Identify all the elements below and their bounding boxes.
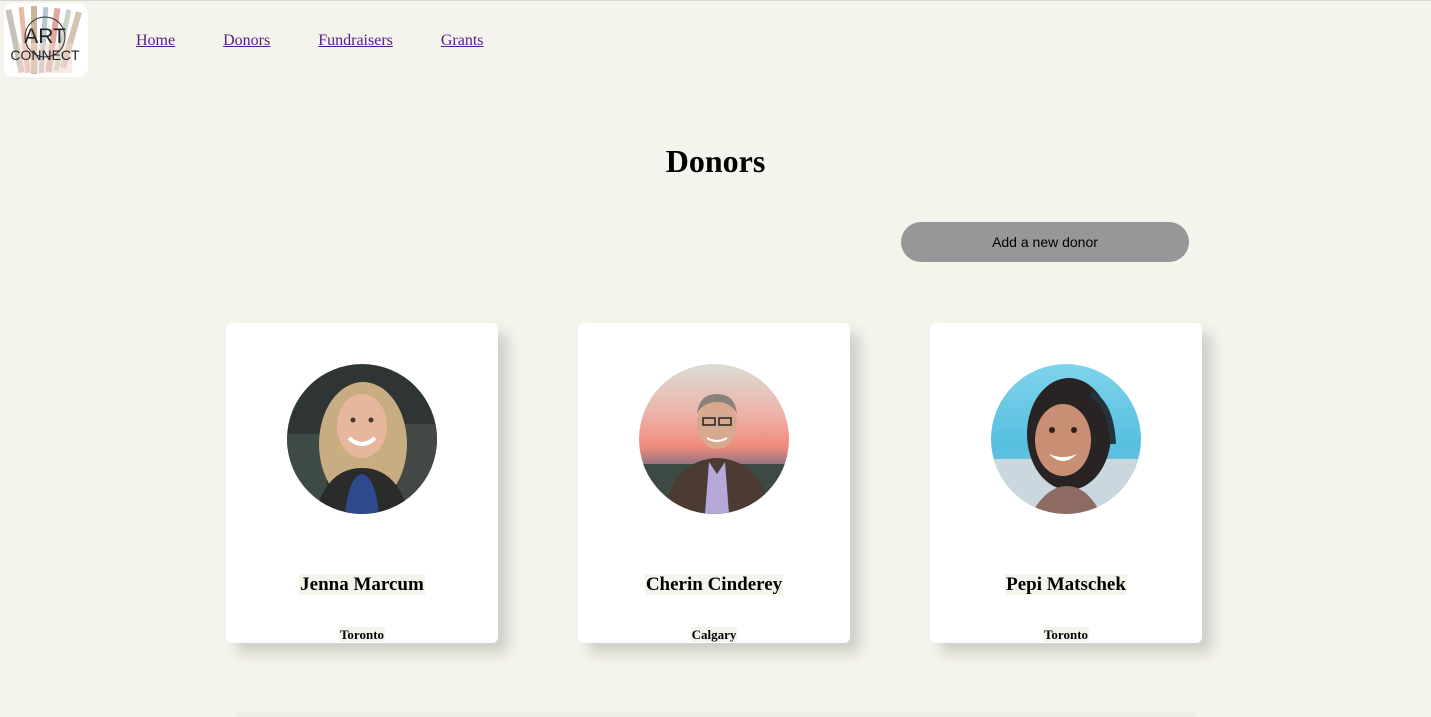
nav-link-home[interactable]: Home xyxy=(136,32,175,50)
donor-city: Toronto xyxy=(338,627,386,642)
nav-link-fundraisers[interactable]: Fundraisers xyxy=(318,32,393,50)
donor-avatar xyxy=(991,364,1141,514)
donor-card[interactable]: Jenna Marcum Toronto xyxy=(226,323,498,643)
donor-avatar xyxy=(639,364,789,514)
main-nav: Home Donors Fundraisers Grants xyxy=(136,32,484,50)
top-navbar: ART CONNECT Home Donors Fundraisers Gran… xyxy=(0,1,1431,81)
donor-city: Toronto xyxy=(1042,627,1090,642)
donor-card[interactable]: Cherin Cinderey Calgary xyxy=(578,323,850,643)
add-donor-button[interactable]: Add a new donor xyxy=(901,222,1189,262)
donor-name: Cherin Cinderey xyxy=(644,574,784,595)
svg-text:CONNECT: CONNECT xyxy=(10,47,80,63)
donor-card[interactable]: Pepi Matschek Toronto xyxy=(930,323,1202,643)
nav-link-grants[interactable]: Grants xyxy=(441,32,484,50)
donor-name: Jenna Marcum xyxy=(299,574,425,595)
page-title: Donors xyxy=(665,143,766,179)
svg-text:ART: ART xyxy=(24,25,66,48)
nav-link-donors[interactable]: Donors xyxy=(223,32,270,50)
donor-name: Pepi Matschek xyxy=(1005,574,1127,595)
donor-avatar xyxy=(287,364,437,514)
donor-city: Calgary xyxy=(690,627,738,642)
art-connect-logo[interactable]: ART CONNECT xyxy=(4,3,88,77)
